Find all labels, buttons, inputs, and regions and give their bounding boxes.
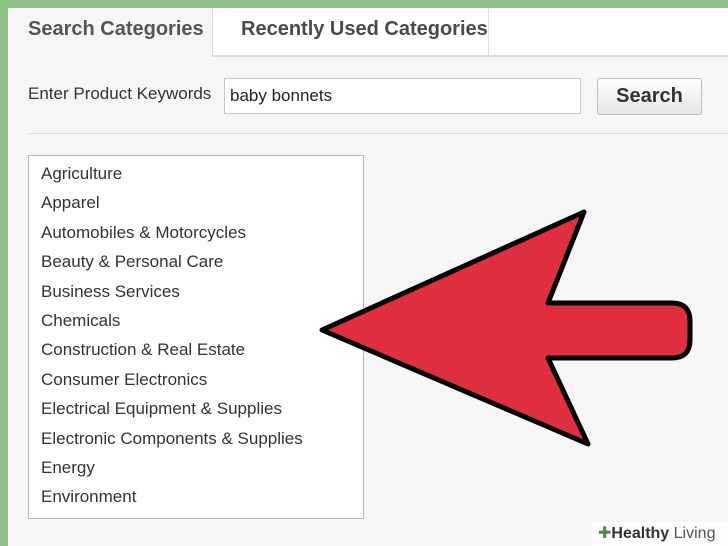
plus-icon: ✚ — [598, 525, 612, 542]
watermark-brand-bold: Healthy — [611, 525, 670, 542]
watermark-brand-rest: Living — [673, 525, 716, 542]
left-arrow-annotation-icon — [319, 209, 693, 447]
watermark: ✚Healthy Living — [592, 522, 728, 546]
